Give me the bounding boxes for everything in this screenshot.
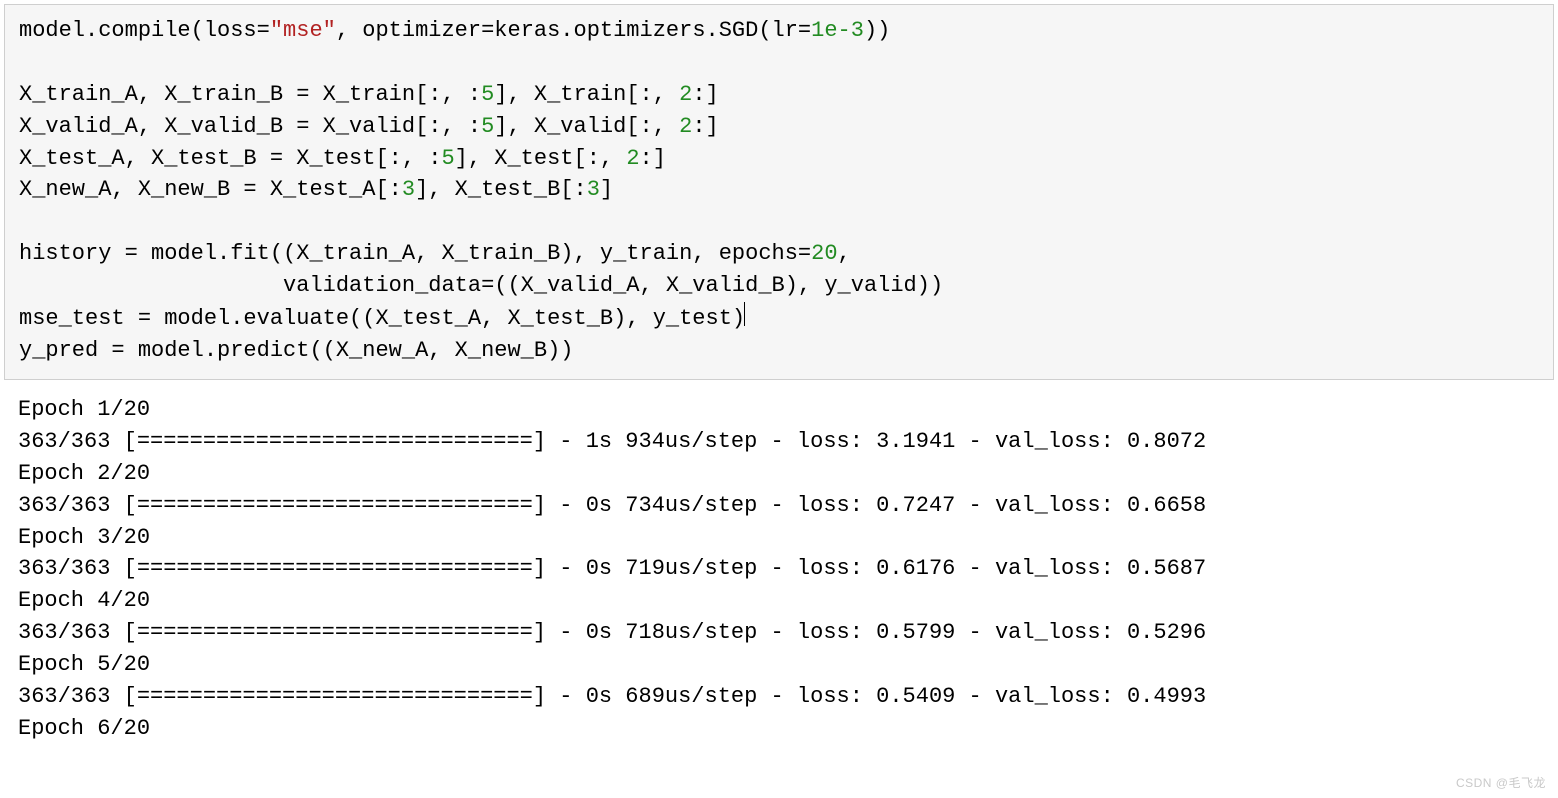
notebook-wrap: model.compile(loss="mse", optimizer=kera…	[0, 0, 1554, 745]
code: :]	[692, 114, 718, 139]
number-literal: 2	[626, 146, 639, 171]
output-line: 363/363 [==============================]…	[18, 429, 1206, 454]
code-line-1: model.compile(loss="mse", optimizer=kera…	[19, 18, 890, 43]
code: ], X_train[:,	[494, 82, 679, 107]
number-literal: 5	[441, 146, 454, 171]
number-literal: 2	[679, 114, 692, 139]
code: ], X_test[:,	[455, 146, 627, 171]
code-line-8: history = model.fit((X_train_A, X_train_…	[19, 241, 851, 266]
code: X_train_A, X_train_B = X_train[:, :	[19, 82, 481, 107]
number-literal: 3	[587, 177, 600, 202]
code: , optimizer=keras.optimizers.SGD(lr=	[336, 18, 811, 43]
code-line-3: X_train_A, X_train_B = X_train[:, :5], X…	[19, 82, 719, 107]
code: X_valid_A, X_valid_B = X_valid[:, :	[19, 114, 481, 139]
watermark: CSDN @毛飞龙	[1456, 775, 1546, 792]
code-line-11: y_pred = model.predict((X_new_A, X_new_B…	[19, 338, 574, 363]
output-line: Epoch 2/20	[18, 461, 150, 486]
number-literal: 20	[811, 241, 837, 266]
output-line: Epoch 5/20	[18, 652, 150, 677]
text-cursor	[744, 302, 745, 326]
code: ,	[838, 241, 851, 266]
output-line: Epoch 6/20	[18, 716, 150, 741]
code-line-10: mse_test = model.evaluate((X_test_A, X_t…	[19, 306, 745, 331]
output-line: 363/363 [==============================]…	[18, 556, 1206, 581]
code-line-4: X_valid_A, X_valid_B = X_valid[:, :5], X…	[19, 114, 719, 139]
output-line: 363/363 [==============================]…	[18, 620, 1206, 645]
code: ]	[600, 177, 613, 202]
number-literal: 1e-3	[811, 18, 864, 43]
number-literal: 3	[402, 177, 415, 202]
output-line: Epoch 1/20	[18, 397, 150, 422]
number-literal: 5	[481, 114, 494, 139]
code-line-5: X_test_A, X_test_B = X_test[:, :5], X_te…	[19, 146, 666, 171]
code: X_test_A, X_test_B = X_test[:, :	[19, 146, 441, 171]
code: history = model.fit((X_train_A, X_train_…	[19, 241, 811, 266]
code: ))	[864, 18, 890, 43]
code: ], X_test_B[:	[415, 177, 587, 202]
number-literal: 2	[679, 82, 692, 107]
output-cell: Epoch 1/20 363/363 [====================…	[4, 380, 1554, 745]
code: X_new_A, X_new_B = X_test_A[:	[19, 177, 402, 202]
code-cell[interactable]: model.compile(loss="mse", optimizer=kera…	[4, 4, 1554, 380]
code: :]	[692, 82, 718, 107]
output-line: Epoch 3/20	[18, 525, 150, 550]
string-literal: "mse"	[270, 18, 336, 43]
number-literal: 5	[481, 82, 494, 107]
code: ], X_valid[:,	[494, 114, 679, 139]
code: model.compile(loss=	[19, 18, 270, 43]
code-line-9: validation_data=((X_valid_A, X_valid_B),…	[19, 273, 943, 298]
code: mse_test = model.evaluate((X_test_A, X_t…	[19, 306, 745, 331]
code: :]	[640, 146, 666, 171]
output-line: Epoch 4/20	[18, 588, 150, 613]
code-line-6: X_new_A, X_new_B = X_test_A[:3], X_test_…	[19, 177, 613, 202]
output-line: 363/363 [==============================]…	[18, 493, 1206, 518]
output-line: 363/363 [==============================]…	[18, 684, 1206, 709]
